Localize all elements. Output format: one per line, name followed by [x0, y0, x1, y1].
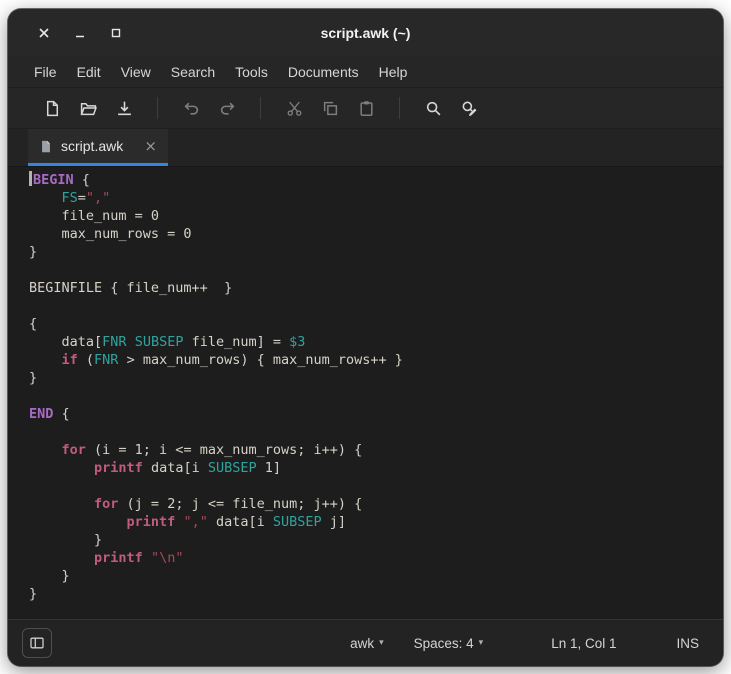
- menu-search[interactable]: Search: [161, 56, 225, 87]
- open-document-button[interactable]: [73, 93, 103, 123]
- code-line: data[FNR SUBSEP file_num] = $3: [29, 334, 306, 350]
- cut-icon: [286, 100, 303, 117]
- menubar: File Edit View Search Tools Documents Help: [8, 56, 723, 88]
- copy-button[interactable]: [315, 93, 345, 123]
- code-line: FS=",": [61, 190, 111, 206]
- chevron-down-icon: ▾: [478, 638, 484, 648]
- toolbar-separator: [157, 97, 158, 119]
- language-label: awk: [350, 635, 375, 651]
- redo-button[interactable]: [212, 93, 242, 123]
- find-replace-icon: [461, 100, 478, 117]
- redo-icon: [219, 100, 236, 117]
- paste-button[interactable]: [351, 93, 381, 123]
- code-line: if (FNR > max_num_rows) { max_num_rows++…: [61, 352, 403, 368]
- cursor-position[interactable]: Ln 1, Col 1: [551, 636, 616, 651]
- toolbar: [8, 88, 723, 129]
- side-panel-toggle-button[interactable]: [22, 628, 52, 658]
- save-document-icon: [116, 100, 133, 117]
- tab-script-awk[interactable]: script.awk ×: [28, 129, 168, 166]
- copy-icon: [322, 100, 339, 117]
- maximize-button[interactable]: [108, 25, 124, 41]
- find-replace-button[interactable]: [454, 93, 484, 123]
- text-editor-window: script.awk (~) File Edit View Search Tools Do…: [8, 9, 723, 666]
- tab-label: script.awk: [61, 138, 124, 154]
- toolbar-separator: [260, 97, 261, 119]
- search-icon: [425, 100, 442, 117]
- minimize-icon: [74, 27, 86, 39]
- window-title: script.awk (~): [320, 24, 411, 41]
- statusbar: awk ▾ Spaces: 4 ▾ Ln 1, Col 1 INS: [8, 619, 723, 666]
- cut-button[interactable]: [279, 93, 309, 123]
- menu-edit[interactable]: Edit: [67, 56, 111, 87]
- code-area[interactable]: BEGIN { FS="," file_num = 0 max_num_rows…: [8, 167, 723, 619]
- search-button[interactable]: [418, 93, 448, 123]
- code-line: }: [29, 532, 103, 548]
- document-icon: [39, 139, 53, 154]
- undo-icon: [183, 100, 200, 117]
- code-line: }: [29, 370, 38, 386]
- code-line: END {: [29, 406, 70, 422]
- code-line: for (j = 2; j <= file_num; j++) {: [94, 496, 363, 512]
- menu-help[interactable]: Help: [369, 56, 418, 87]
- code-line: max_num_rows = 0: [29, 226, 192, 242]
- menu-file[interactable]: File: [24, 56, 67, 87]
- new-document-icon: [44, 100, 61, 117]
- tab-width-label: Spaces: 4: [413, 635, 474, 651]
- code-line: printf "," data[i SUBSEP j]: [126, 514, 347, 530]
- open-document-icon: [80, 100, 97, 117]
- paste-icon: [358, 100, 375, 117]
- statusbar-right: awk ▾ Spaces: 4 ▾ Ln 1, Col 1 INS: [350, 636, 699, 651]
- code-line: {: [29, 316, 38, 332]
- menu-view[interactable]: View: [111, 56, 161, 87]
- code-line: }: [29, 244, 38, 260]
- tab-width-selector[interactable]: Spaces: 4 ▾: [414, 636, 484, 651]
- text-caret: [29, 171, 32, 186]
- side-panel-icon: [29, 635, 45, 651]
- code-line: printf "\n": [94, 550, 184, 566]
- language-selector[interactable]: awk ▾: [350, 636, 384, 651]
- close-icon: [38, 27, 50, 39]
- new-document-button[interactable]: [37, 93, 67, 123]
- code-line: }: [29, 586, 38, 602]
- code-line: for (i = 1; i <= max_num_rows; i++) {: [61, 442, 363, 458]
- tab-close-button[interactable]: ×: [144, 138, 157, 154]
- save-document-button[interactable]: [109, 93, 139, 123]
- window-controls: [36, 9, 124, 56]
- code-line: file_num = 0: [29, 208, 160, 224]
- close-button[interactable]: [36, 25, 52, 41]
- insert-mode-indicator: INS: [676, 635, 699, 651]
- menu-tools[interactable]: Tools: [225, 56, 278, 87]
- titlebar: script.awk (~): [8, 9, 723, 56]
- code-line: BEGIN {: [29, 171, 715, 189]
- code-line: BEGINFILE { file_num++ }: [29, 280, 233, 296]
- toolbar-separator: [399, 97, 400, 119]
- maximize-icon: [110, 27, 122, 39]
- tab-bar: script.awk ×: [8, 129, 723, 167]
- menu-documents[interactable]: Documents: [278, 56, 369, 87]
- minimize-button[interactable]: [72, 25, 88, 41]
- undo-button[interactable]: [176, 93, 206, 123]
- chevron-down-icon: ▾: [379, 638, 384, 648]
- code-line: }: [29, 568, 70, 584]
- code-line: printf data[i SUBSEP 1]: [94, 460, 282, 476]
